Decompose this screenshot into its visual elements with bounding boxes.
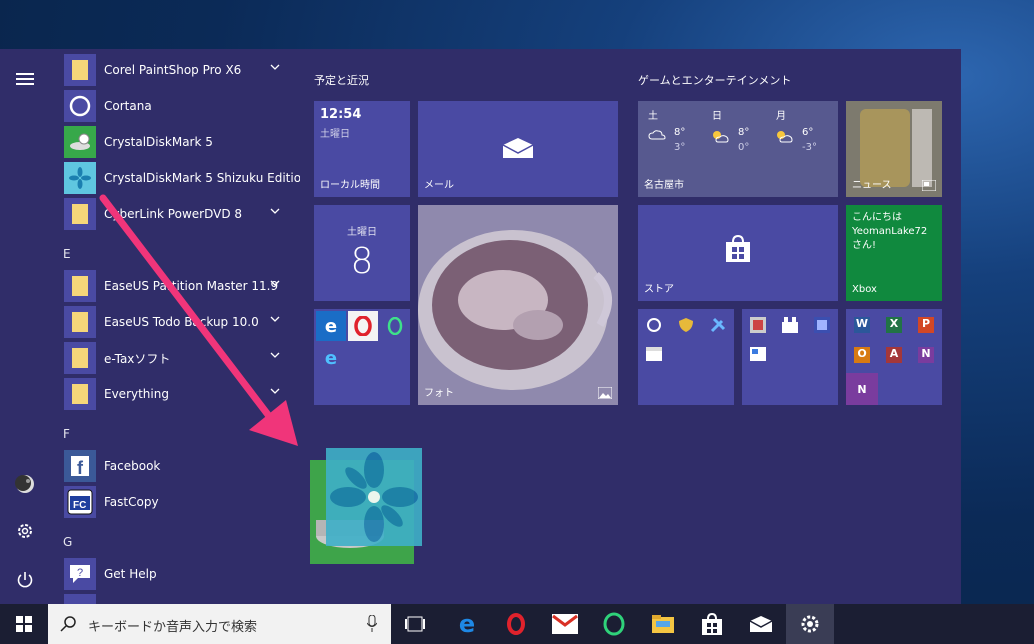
- search-box[interactable]: キーボードか音声入力で検索: [48, 604, 391, 644]
- taskbar: キーボードか音声入力で検索 e: [0, 604, 1034, 644]
- search-icon: [60, 616, 76, 632]
- opera-neon-icon[interactable]: [590, 604, 638, 644]
- opera-icon[interactable]: [492, 604, 540, 644]
- file-explorer-icon[interactable]: [639, 604, 687, 644]
- mail-icon[interactable]: [737, 604, 785, 644]
- windows-start-icon[interactable]: [0, 604, 48, 644]
- task-view-icon[interactable]: [391, 604, 439, 644]
- microphone-icon[interactable]: [367, 615, 377, 633]
- gmail-icon[interactable]: [541, 604, 589, 644]
- store-icon[interactable]: [688, 604, 736, 644]
- search-placeholder: キーボードか音声入力で検索: [88, 620, 258, 635]
- annotation-arrow: [99, 194, 298, 446]
- edge-icon[interactable]: e: [443, 604, 491, 644]
- settings-icon[interactable]: [786, 604, 834, 644]
